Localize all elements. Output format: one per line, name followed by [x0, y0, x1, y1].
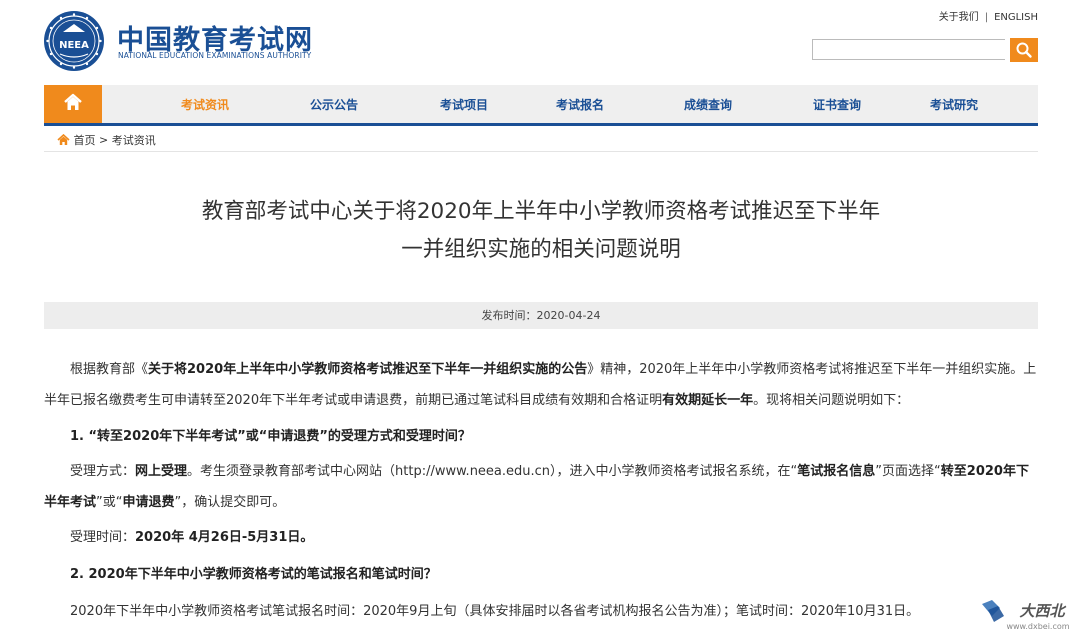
link-separator: |	[984, 12, 989, 23]
top-links: 关于我们 | ENGLISH	[939, 8, 1038, 23]
neea-logo: NEEA	[44, 11, 104, 71]
text: 。考生须登录教育部考试中心网站（http://www.neea.edu.cn），…	[187, 464, 798, 479]
svg-text:www.dxbei.com: www.dxbei.com	[1006, 622, 1069, 631]
breadcrumb-separator: >	[99, 133, 109, 147]
text: ”，确认提交即可。	[174, 495, 286, 510]
nav-item-exam-research[interactable]: 考试研究	[930, 85, 978, 123]
breadcrumb-current[interactable]: 考试资讯	[112, 134, 156, 147]
nav-item-exam-news[interactable]: 考试资讯	[181, 85, 229, 123]
search-input[interactable]	[812, 39, 1005, 60]
breadcrumb-home[interactable]: 首页	[74, 134, 96, 147]
paragraph-time: 受理时间：2020年 4月26日-5月31日。	[44, 522, 1038, 553]
nav-item-announcements[interactable]: 公示公告	[310, 85, 358, 123]
divider	[44, 151, 1038, 152]
text: ”或“	[96, 495, 123, 510]
publish-info: 发布时间：2020-04-24	[44, 302, 1038, 329]
site-name-en: NATIONAL EDUCATION EXAMINATIONS AUTHORIT…	[118, 51, 312, 60]
watermark-logo: 大西北 www.dxbei.com	[982, 600, 1070, 631]
article-title-line1: 教育部考试中心关于将2020年上半年中小学教师资格考试推迟至下半年	[201, 199, 881, 224]
paragraph-method: 受理方式：网上受理。考生须登录教育部考试中心网站（http://www.neea…	[44, 456, 1038, 518]
english-link[interactable]: ENGLISH	[994, 12, 1038, 23]
text: 根据教育部《	[70, 362, 149, 377]
search-icon	[1016, 42, 1032, 58]
text: 2020年下半年中小学教师资格考试笔试报名时间：2020年9月上旬（具体安排届时…	[70, 604, 920, 619]
text: 。现将相关问题说明如下：	[753, 393, 910, 408]
bold-text: 网上受理	[135, 464, 188, 479]
nav-item-score-query[interactable]: 成绩查询	[684, 85, 732, 123]
nav-item-exam-registration[interactable]: 考试报名	[556, 85, 604, 123]
home-button[interactable]	[44, 85, 102, 123]
publish-date: 2020-04-24	[536, 309, 601, 322]
bold-text: 笔试报名信息	[797, 464, 876, 479]
article-title-line2: 一并组织实施的相关问题说明	[401, 237, 681, 262]
search-button[interactable]	[1010, 38, 1038, 62]
home-icon	[64, 93, 82, 110]
heading-text: 2. 2020年下半年中小学教师资格考试的笔试报名和笔试时间？	[70, 567, 437, 582]
bold-text: 关于将2020年上半年中小学教师资格考试推迟至下半年一并组织实施的公告	[148, 362, 588, 377]
main-nav: 考试资讯 公示公告 考试项目 考试报名 成绩查询 证书查询 考试研究	[44, 85, 1038, 126]
nav-item-certificate-query[interactable]: 证书查询	[813, 85, 861, 123]
publish-label: 发布时间：	[481, 309, 537, 322]
bold-text: 申请退费	[122, 495, 175, 510]
bold-text: 有效期延长一年	[662, 393, 754, 408]
breadcrumb: 首页 > 考试资讯	[57, 132, 156, 148]
nav-item-exam-projects[interactable]: 考试项目	[440, 85, 488, 123]
home-icon	[57, 133, 70, 145]
bold-text: 2020年 4月26日-5月31日。	[135, 530, 314, 545]
paragraph-schedule: 2020年下半年中小学教师资格考试笔试报名时间：2020年9月上旬（具体安排届时…	[44, 596, 1038, 627]
heading-text: 1. “转至2020年下半年考试”或“申请退费”的受理方式和受理时间？	[70, 429, 471, 444]
text: 受理方式：	[70, 464, 136, 479]
text: 受理时间：	[70, 530, 136, 545]
svg-text:大西北: 大西北	[1019, 602, 1066, 620]
about-us-link[interactable]: 关于我们	[939, 12, 979, 23]
section-heading-2: 2. 2020年下半年中小学教师资格考试的笔试报名和笔试时间？	[44, 559, 1038, 590]
svg-text:NEEA: NEEA	[59, 40, 89, 51]
paragraph-intro: 根据教育部《关于将2020年上半年中小学教师资格考试推迟至下半年一并组织实施的公…	[44, 354, 1038, 416]
text: ”页面选择“	[875, 464, 941, 479]
section-heading-1: 1. “转至2020年下半年考试”或“申请退费”的受理方式和受理时间？	[44, 421, 1038, 452]
article-title: 教育部考试中心关于将2020年上半年中小学教师资格考试推迟至下半年 一并组织实施…	[44, 193, 1038, 269]
